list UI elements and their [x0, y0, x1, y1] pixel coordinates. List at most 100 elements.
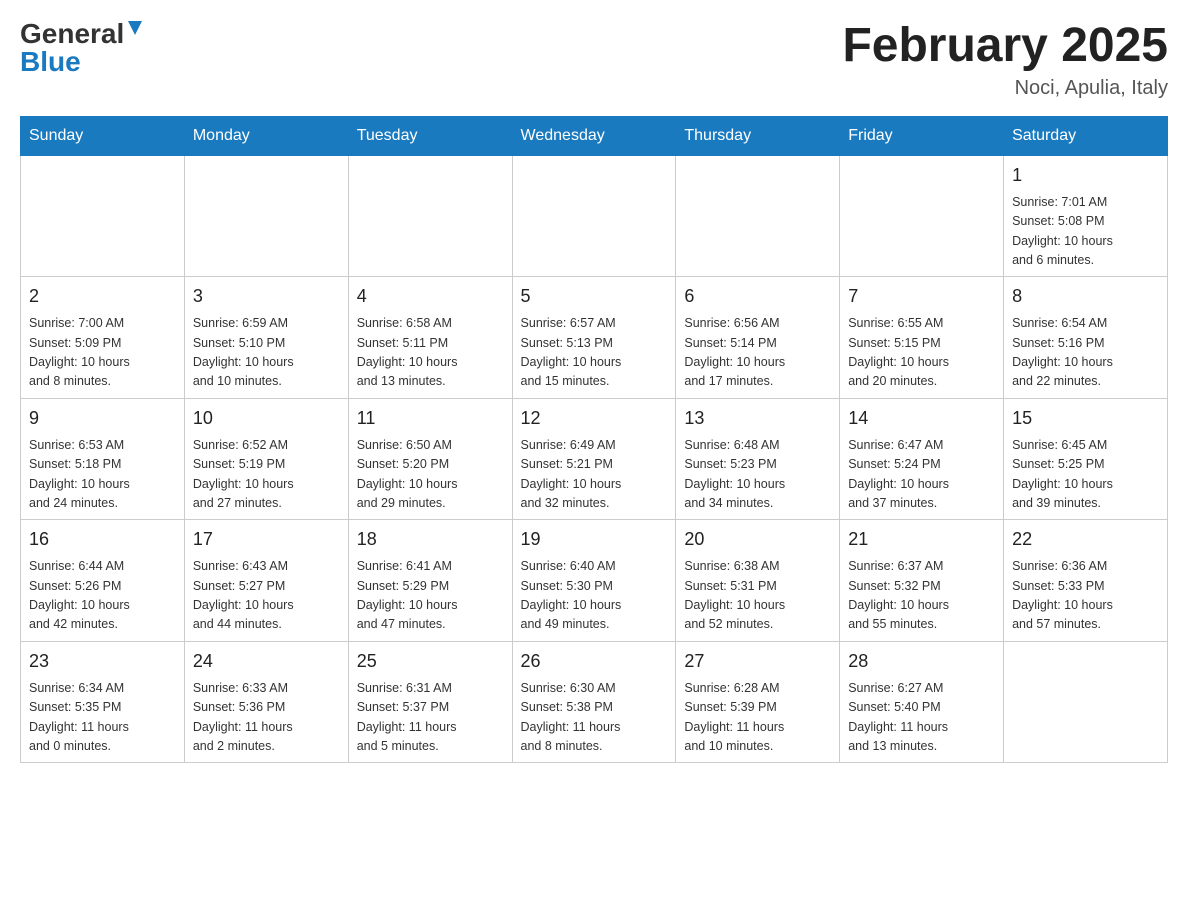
day-number: 12	[521, 405, 668, 432]
day-info: Sunrise: 7:00 AM Sunset: 5:09 PM Dayligh…	[29, 314, 176, 392]
day-info: Sunrise: 6:43 AM Sunset: 5:27 PM Dayligh…	[193, 557, 340, 635]
calendar-cell: 8 Sunrise: 6:54 AM Sunset: 5:16 PM Daylig…	[1004, 277, 1168, 399]
day-number: 3	[193, 283, 340, 310]
day-number: 24	[193, 648, 340, 675]
day-number: 4	[357, 283, 504, 310]
calendar-cell	[348, 155, 512, 277]
day-info: Sunrise: 6:54 AM Sunset: 5:16 PM Dayligh…	[1012, 314, 1159, 392]
logo-blue-text: Blue	[20, 48, 81, 76]
day-number: 18	[357, 526, 504, 553]
day-info: Sunrise: 6:47 AM Sunset: 5:24 PM Dayligh…	[848, 436, 995, 514]
calendar-cell	[1004, 641, 1168, 763]
day-number: 8	[1012, 283, 1159, 310]
day-number: 5	[521, 283, 668, 310]
day-info: Sunrise: 6:57 AM Sunset: 5:13 PM Dayligh…	[521, 314, 668, 392]
day-info: Sunrise: 6:58 AM Sunset: 5:11 PM Dayligh…	[357, 314, 504, 392]
day-number: 17	[193, 526, 340, 553]
logo-general-text: General	[20, 20, 124, 48]
day-info: Sunrise: 6:56 AM Sunset: 5:14 PM Dayligh…	[684, 314, 831, 392]
calendar-cell: 1 Sunrise: 7:01 AM Sunset: 5:08 PM Daylig…	[1004, 155, 1168, 277]
page-header: General Blue February 2025 Noci, Apulia,…	[20, 20, 1168, 100]
day-number: 20	[684, 526, 831, 553]
calendar-cell: 19 Sunrise: 6:40 AM Sunset: 5:30 PM Dayli…	[512, 520, 676, 642]
days-header-row: SundayMondayTuesdayWednesdayThursdayFrid…	[21, 116, 1168, 155]
day-number: 10	[193, 405, 340, 432]
calendar-cell: 13Sunrise: 6:48 AM Sunset: 5:23 PM Dayli…	[676, 398, 840, 520]
day-info: Sunrise: 6:49 AM Sunset: 5:21 PM Dayligh…	[521, 436, 668, 514]
day-info: Sunrise: 6:34 AM Sunset: 5:35 PM Dayligh…	[29, 679, 176, 757]
day-info: Sunrise: 6:41 AM Sunset: 5:29 PM Dayligh…	[357, 557, 504, 635]
month-title: February 2025	[842, 20, 1168, 73]
day-info: Sunrise: 6:55 AM Sunset: 5:15 PM Dayligh…	[848, 314, 995, 392]
calendar-cell: 22 Sunrise: 6:36 AM Sunset: 5:33 PM Dayli…	[1004, 520, 1168, 642]
calendar-table: SundayMondayTuesdayWednesdayThursdayFrid…	[20, 116, 1168, 764]
calendar-cell: 2Sunrise: 7:00 AM Sunset: 5:09 PM Daylig…	[21, 277, 185, 399]
week-row: 9 Sunrise: 6:53 AM Sunset: 5:18 PM Daylig…	[21, 398, 1168, 520]
day-info: Sunrise: 6:37 AM Sunset: 5:32 PM Dayligh…	[848, 557, 995, 635]
calendar-cell: 25 Sunrise: 6:31 AM Sunset: 5:37 PM Dayli…	[348, 641, 512, 763]
week-row: 23 Sunrise: 6:34 AM Sunset: 5:35 PM Dayli…	[21, 641, 1168, 763]
day-of-week-header: Thursday	[676, 116, 840, 155]
calendar-cell: 17 Sunrise: 6:43 AM Sunset: 5:27 PM Dayli…	[184, 520, 348, 642]
calendar-cell: 20Sunrise: 6:38 AM Sunset: 5:31 PM Dayli…	[676, 520, 840, 642]
day-number: 25	[357, 648, 504, 675]
calendar-cell: 9 Sunrise: 6:53 AM Sunset: 5:18 PM Daylig…	[21, 398, 185, 520]
calendar-cell: 7 Sunrise: 6:55 AM Sunset: 5:15 PM Daylig…	[840, 277, 1004, 399]
calendar-cell: 23 Sunrise: 6:34 AM Sunset: 5:35 PM Dayli…	[21, 641, 185, 763]
day-number: 23	[29, 648, 176, 675]
calendar-cell: 11Sunrise: 6:50 AM Sunset: 5:20 PM Dayli…	[348, 398, 512, 520]
day-number: 21	[848, 526, 995, 553]
day-number: 6	[684, 283, 831, 310]
calendar-cell: 10 Sunrise: 6:52 AM Sunset: 5:19 PM Dayli…	[184, 398, 348, 520]
calendar-cell: 3Sunrise: 6:59 AM Sunset: 5:10 PM Daylig…	[184, 277, 348, 399]
day-number: 28	[848, 648, 995, 675]
calendar-cell	[676, 155, 840, 277]
calendar-cell: 27Sunrise: 6:28 AM Sunset: 5:39 PM Dayli…	[676, 641, 840, 763]
day-info: Sunrise: 6:53 AM Sunset: 5:18 PM Dayligh…	[29, 436, 176, 514]
day-number: 15	[1012, 405, 1159, 432]
week-row: 1 Sunrise: 7:01 AM Sunset: 5:08 PM Daylig…	[21, 155, 1168, 277]
calendar-cell: 12 Sunrise: 6:49 AM Sunset: 5:21 PM Dayli…	[512, 398, 676, 520]
calendar-cell: 5 Sunrise: 6:57 AM Sunset: 5:13 PM Daylig…	[512, 277, 676, 399]
title-block: February 2025 Noci, Apulia, Italy	[842, 20, 1168, 100]
day-number: 16	[29, 526, 176, 553]
day-info: Sunrise: 6:48 AM Sunset: 5:23 PM Dayligh…	[684, 436, 831, 514]
calendar-cell: 18 Sunrise: 6:41 AM Sunset: 5:29 PM Dayli…	[348, 520, 512, 642]
day-info: Sunrise: 6:36 AM Sunset: 5:33 PM Dayligh…	[1012, 557, 1159, 635]
day-of-week-header: Saturday	[1004, 116, 1168, 155]
day-info: Sunrise: 6:50 AM Sunset: 5:20 PM Dayligh…	[357, 436, 504, 514]
day-number: 22	[1012, 526, 1159, 553]
day-info: Sunrise: 6:31 AM Sunset: 5:37 PM Dayligh…	[357, 679, 504, 757]
day-number: 9	[29, 405, 176, 432]
day-info: Sunrise: 6:30 AM Sunset: 5:38 PM Dayligh…	[521, 679, 668, 757]
calendar-cell	[184, 155, 348, 277]
day-number: 19	[521, 526, 668, 553]
day-number: 14	[848, 405, 995, 432]
day-info: Sunrise: 6:45 AM Sunset: 5:25 PM Dayligh…	[1012, 436, 1159, 514]
calendar-cell: 21 Sunrise: 6:37 AM Sunset: 5:32 PM Dayli…	[840, 520, 1004, 642]
day-of-week-header: Wednesday	[512, 116, 676, 155]
calendar-cell: 16 Sunrise: 6:44 AM Sunset: 5:26 PM Dayli…	[21, 520, 185, 642]
day-of-week-header: Monday	[184, 116, 348, 155]
logo: General Blue	[20, 20, 146, 76]
day-of-week-header: Sunday	[21, 116, 185, 155]
day-of-week-header: Tuesday	[348, 116, 512, 155]
day-info: Sunrise: 6:33 AM Sunset: 5:36 PM Dayligh…	[193, 679, 340, 757]
calendar-cell: 24 Sunrise: 6:33 AM Sunset: 5:36 PM Dayli…	[184, 641, 348, 763]
day-info: Sunrise: 7:01 AM Sunset: 5:08 PM Dayligh…	[1012, 193, 1159, 271]
day-number: 7	[848, 283, 995, 310]
week-row: 16 Sunrise: 6:44 AM Sunset: 5:26 PM Dayli…	[21, 520, 1168, 642]
location: Noci, Apulia, Italy	[842, 77, 1168, 100]
day-info: Sunrise: 6:40 AM Sunset: 5:30 PM Dayligh…	[521, 557, 668, 635]
calendar-cell: 4 Sunrise: 6:58 AM Sunset: 5:11 PM Daylig…	[348, 277, 512, 399]
calendar-cell: 26Sunrise: 6:30 AM Sunset: 5:38 PM Dayli…	[512, 641, 676, 763]
week-row: 2Sunrise: 7:00 AM Sunset: 5:09 PM Daylig…	[21, 277, 1168, 399]
day-number: 27	[684, 648, 831, 675]
calendar-cell: 28 Sunrise: 6:27 AM Sunset: 5:40 PM Dayli…	[840, 641, 1004, 763]
calendar-cell	[512, 155, 676, 277]
day-info: Sunrise: 6:52 AM Sunset: 5:19 PM Dayligh…	[193, 436, 340, 514]
calendar-cell: 6 Sunrise: 6:56 AM Sunset: 5:14 PM Daylig…	[676, 277, 840, 399]
day-info: Sunrise: 6:44 AM Sunset: 5:26 PM Dayligh…	[29, 557, 176, 635]
day-number: 1	[1012, 162, 1159, 189]
day-info: Sunrise: 6:27 AM Sunset: 5:40 PM Dayligh…	[848, 679, 995, 757]
